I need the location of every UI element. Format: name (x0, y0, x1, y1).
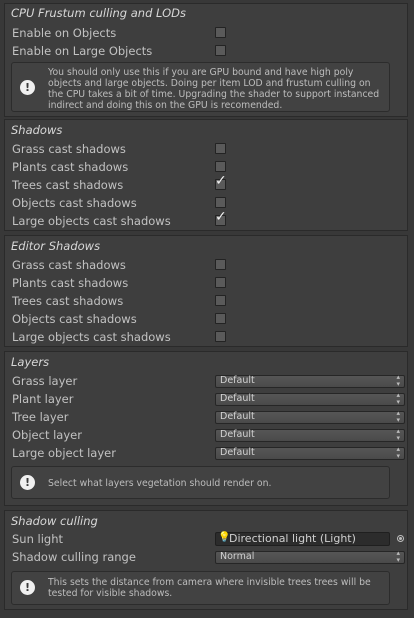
checkmark-icon: ✓ (215, 209, 227, 225)
row-label: Objects cast shadows (12, 196, 137, 210)
objects-cast-shadows-row: Objects cast shadows (12, 195, 402, 213)
row-label: Objects cast shadows (12, 312, 137, 326)
info-icon: ! (20, 580, 35, 595)
large-objects-cast-shadows-checkbox[interactable]: ✓ (215, 210, 227, 226)
enable-on-large-objects-row: Enable on Large Objects (12, 43, 402, 61)
enable-on-objects-row: Enable on Objects (12, 25, 402, 43)
row-label: Enable on Large Objects (12, 44, 153, 58)
row-label: Tree layer (12, 410, 69, 424)
row-label: Trees cast shadows (12, 178, 124, 192)
tree-layer-row: Tree layer Default ▴ ▾ (12, 409, 405, 427)
editor-large-objects-cast-shadows-checkbox[interactable] (215, 331, 226, 342)
row-label: Sun light (12, 532, 64, 546)
shadows-section: Shadows Grass cast shadows Plants cast s… (4, 119, 408, 231)
object-layer-dropdown[interactable]: Default ▴ ▾ (215, 427, 405, 442)
plants-cast-shadows-checkbox[interactable] (215, 161, 226, 172)
editor-grass-cast-shadows-checkbox[interactable] (215, 259, 226, 270)
row-label: Grass layer (12, 374, 78, 388)
dropdown-value: Default (220, 429, 255, 440)
plant-layer-row: Plant layer Default ▴ ▾ (12, 391, 405, 409)
section-title: Editor Shadows (11, 239, 101, 253)
editor-trees-cast-shadows-checkbox[interactable] (215, 295, 226, 306)
object-layer-row: Object layer Default ▴ ▾ (12, 427, 405, 445)
sun-light-object-field[interactable]: 💡 Directional light (Light) (215, 532, 390, 546)
large-objects-cast-shadows-row: Large objects cast shadows ✓ (12, 210, 402, 231)
dropdown-value: Default (220, 393, 255, 404)
shadow-culling-section: Shadow culling Sun light 💡 Directional l… (4, 510, 408, 610)
tree-layer-dropdown[interactable]: Default ▴ ▾ (215, 409, 405, 424)
shadow-culling-range-dropdown[interactable]: Normal ▴ ▾ (215, 549, 405, 564)
enable-on-large-objects-checkbox[interactable] (215, 45, 226, 56)
info-icon: ! (20, 475, 35, 490)
dropdown-arrows-icon: ▴ ▾ (396, 427, 400, 442)
row-label: Trees cast shadows (12, 294, 124, 308)
grass-cast-shadows-row: Grass cast shadows (12, 141, 402, 159)
row-label: Shadow culling range (12, 550, 136, 564)
trees-cast-shadows-row: Trees cast shadows ✓ (12, 174, 402, 195)
frustum-culling-section: CPU Frustum culling and LODs Enable on O… (4, 3, 408, 117)
grass-cast-shadows-checkbox[interactable] (215, 143, 226, 154)
object-field-value: Directional light (Light) (229, 532, 356, 545)
dropdown-arrows-icon: ▴ ▾ (396, 391, 400, 406)
grass-layer-row: Grass layer Default ▴ ▾ (12, 373, 405, 391)
editor-grass-cast-shadows-row: Grass cast shadows (12, 257, 402, 275)
layers-section: Layers Grass layer Default ▴ ▾ Plant laye… (4, 351, 408, 506)
layers-info-box: ! Select what layers vegetation should r… (11, 466, 390, 499)
row-label: Large object layer (12, 446, 116, 460)
row-label: Large objects cast shadows (12, 214, 171, 228)
row-label: Large objects cast shadows (12, 330, 171, 344)
info-text: This sets the distance from camera where… (48, 577, 371, 599)
row-label: Object layer (12, 428, 82, 442)
section-title: CPU Frustum culling and LODs (11, 6, 186, 20)
dropdown-arrows-icon: ▴ ▾ (396, 373, 400, 388)
dropdown-value: Default (220, 411, 255, 422)
editor-plants-cast-shadows-checkbox[interactable] (215, 277, 226, 288)
plant-layer-dropdown[interactable]: Default ▴ ▾ (215, 391, 405, 406)
section-title: Layers (11, 355, 50, 369)
dropdown-arrows-icon: ▴ ▾ (396, 445, 400, 460)
dropdown-arrows-icon: ▴ ▾ (396, 409, 400, 424)
trees-cast-shadows-checkbox[interactable]: ✓ (215, 174, 227, 190)
dropdown-value: Default (220, 447, 255, 458)
editor-large-objects-cast-shadows-row: Large objects cast shadows (12, 329, 402, 347)
info-icon: ! (20, 80, 35, 95)
checkmark-icon: ✓ (215, 173, 227, 189)
grass-layer-dropdown[interactable]: Default ▴ ▾ (215, 373, 405, 388)
editor-objects-cast-shadows-checkbox[interactable] (215, 313, 226, 324)
large-object-layer-row: Large object layer Default ▴ ▾ (12, 445, 405, 463)
editor-objects-cast-shadows-row: Objects cast shadows (12, 311, 402, 329)
enable-on-objects-checkbox[interactable] (215, 27, 226, 38)
row-label: Plants cast shadows (12, 160, 129, 174)
sun-light-row: Sun light 💡 Directional light (Light) (12, 531, 404, 549)
section-title: Shadow culling (11, 514, 98, 528)
row-label: Plant layer (12, 392, 74, 406)
editor-trees-cast-shadows-row: Trees cast shadows (12, 293, 402, 311)
objects-cast-shadows-checkbox[interactable] (215, 197, 226, 208)
row-label: Grass cast shadows (12, 142, 126, 156)
row-label: Grass cast shadows (12, 258, 126, 272)
dropdown-value: Normal (220, 551, 255, 562)
row-label: Enable on Objects (12, 26, 117, 40)
dropdown-value: Default (220, 375, 255, 386)
section-title: Shadows (11, 123, 63, 137)
editor-shadows-section: Editor Shadows Grass cast shadows Plants… (4, 235, 408, 347)
frustum-info-box: ! You should only use this if you are GP… (11, 62, 390, 112)
info-text: Select what layers vegetation should ren… (48, 478, 272, 489)
info-text: You should only use this if you are GPU … (48, 67, 380, 111)
object-picker-icon[interactable] (397, 535, 404, 542)
shadow-culling-info-box: ! This sets the distance from camera whe… (11, 571, 390, 605)
row-label: Plants cast shadows (12, 276, 129, 290)
shadow-culling-range-row: Shadow culling range Normal ▴ ▾ (12, 549, 405, 567)
plants-cast-shadows-row: Plants cast shadows (12, 159, 402, 177)
dropdown-arrows-icon: ▴ ▾ (396, 549, 400, 564)
editor-plants-cast-shadows-row: Plants cast shadows (12, 275, 402, 293)
large-object-layer-dropdown[interactable]: Default ▴ ▾ (215, 445, 405, 460)
